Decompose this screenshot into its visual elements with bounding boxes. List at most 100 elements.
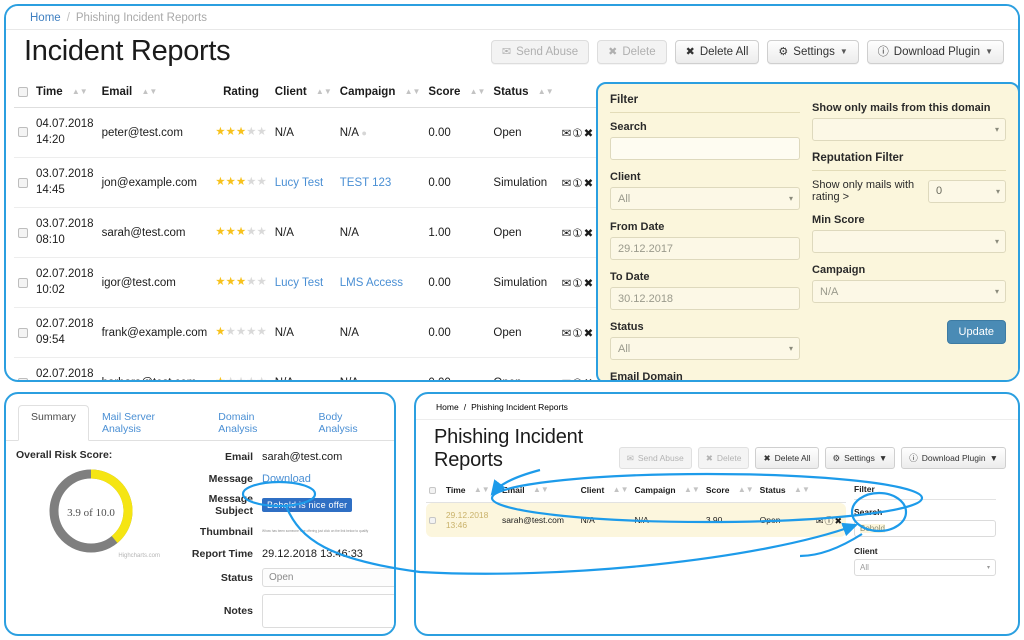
star-icon[interactable]: ★ — [236, 226, 246, 238]
rating-filter-select[interactable]: 0 — [928, 179, 1006, 203]
row-campaign[interactable]: TEST 123 — [335, 157, 425, 209]
result-select-all-checkbox[interactable] — [429, 487, 436, 495]
result-col-email[interactable]: Email ▲▼ — [498, 478, 578, 503]
star-icon[interactable]: ★ — [215, 176, 225, 188]
from-date-input[interactable]: 29.12.2017 — [610, 237, 801, 260]
domain-filter-select[interactable] — [812, 118, 1006, 141]
row-time[interactable]: 03.07.2018 08:10 — [32, 207, 98, 259]
star-icon[interactable]: ★ — [215, 126, 225, 138]
clock-icon[interactable]: ⓘ — [824, 516, 834, 526]
result-delete-button[interactable]: ✖ Delete — [697, 447, 750, 469]
envelope-icon[interactable]: ✉ — [562, 178, 573, 190]
table-row[interactable]: 04.07.2018 14:20 peter@test.com ★★★★★ N/A N/A… — [14, 107, 599, 159]
tab-mail-server-analysis[interactable]: Mail Server Analysis — [89, 405, 205, 441]
envelope-icon[interactable]: ✉ — [562, 128, 573, 140]
col-score[interactable]: Score ▲▼ — [424, 78, 490, 108]
x-icon[interactable]: ✖ — [584, 278, 595, 290]
result-send-abuse-button[interactable]: ✉ Send Abuse — [618, 447, 692, 469]
star-icon[interactable]: ★ — [246, 376, 256, 380]
star-icon[interactable]: ★ — [226, 376, 236, 380]
campaign-filter-select[interactable]: N/A — [812, 280, 1006, 303]
result-breadcrumb-home[interactable]: Home — [436, 402, 459, 412]
result-search-input[interactable]: Behold — [854, 520, 996, 537]
star-icon[interactable]: ★ — [256, 276, 266, 288]
col-status[interactable]: Status ▲▼ — [489, 78, 558, 108]
col-rating[interactable]: Rating — [211, 78, 271, 108]
star-icon[interactable]: ★ — [256, 176, 266, 188]
star-icon[interactable]: ★ — [226, 226, 236, 238]
save-button[interactable]: Save — [271, 635, 324, 636]
star-icon[interactable]: ★ — [236, 376, 246, 380]
envelope-icon[interactable]: ✉ — [562, 278, 573, 290]
result-download-plugin-button[interactable]: ⓘ Download Plugin ▼ — [901, 447, 1006, 469]
clock-icon[interactable]: ① — [572, 328, 583, 340]
star-icon[interactable]: ★ — [256, 376, 266, 380]
star-icon[interactable]: ★ — [246, 126, 256, 138]
result-col-score[interactable]: Score ▲▼ — [702, 478, 757, 503]
row-time[interactable]: 02.07.201809:54 — [32, 357, 98, 380]
clock-icon[interactable]: ① — [572, 178, 583, 190]
star-icon[interactable]: ★ — [226, 276, 236, 288]
col-time[interactable]: Time ▲▼ — [32, 78, 98, 108]
min-score-select[interactable] — [812, 230, 1006, 253]
clock-icon[interactable]: ① — [572, 228, 583, 240]
result-delete-all-button[interactable]: ✖ Delete All — [755, 447, 819, 469]
envelope-icon[interactable]: ✉ — [562, 378, 573, 380]
result-settings-button[interactable]: ⚙ Settings ▼ — [824, 447, 896, 469]
row-checkbox[interactable] — [18, 277, 28, 288]
star-icon[interactable]: ★ — [236, 326, 246, 338]
row-time[interactable]: 03.07.2018 14:45 — [32, 157, 98, 209]
tab-body-analysis[interactable]: Body Analysis — [306, 405, 395, 441]
row-time[interactable]: 04.07.2018 14:20 — [32, 107, 98, 159]
result-col-status[interactable]: Status ▲▼ — [756, 478, 813, 503]
tab-summary[interactable]: Summary — [18, 405, 89, 441]
to-date-input[interactable]: 30.12.2018 — [610, 287, 801, 310]
row-campaign[interactable]: LMS Access — [335, 257, 425, 309]
star-icon[interactable]: ★ — [236, 276, 246, 288]
result-col-time[interactable]: Time ▲▼ — [442, 478, 499, 503]
col-client[interactable]: Client ▲▼ — [270, 78, 336, 108]
star-icon[interactable]: ★ — [226, 326, 236, 338]
update-button[interactable]: Update — [946, 320, 1006, 344]
row-checkbox[interactable] — [18, 227, 28, 238]
row-checkbox[interactable] — [18, 327, 28, 338]
star-icon[interactable]: ★ — [246, 226, 256, 238]
x-icon[interactable]: ✖ — [584, 128, 595, 140]
delete-all-button[interactable]: ✖ Delete All — [674, 40, 760, 64]
table-row[interactable]: 02.07.2018 10:02 igor@test.com ★★★★★ Lucy Te… — [14, 257, 599, 309]
x-icon[interactable]: ✖ — [834, 516, 843, 526]
star-icon[interactable]: ★ — [226, 176, 236, 188]
star-icon[interactable]: ★ — [215, 376, 225, 380]
star-icon[interactable]: ★ — [256, 226, 266, 238]
search-input[interactable] — [610, 137, 801, 160]
star-icon[interactable]: ★ — [246, 176, 256, 188]
x-icon[interactable]: ✖ — [584, 178, 595, 190]
star-icon[interactable]: ★ — [226, 126, 236, 138]
row-checkbox[interactable] — [18, 177, 28, 188]
breadcrumb-home[interactable]: Home — [30, 12, 61, 24]
envelope-icon[interactable]: ✉ — [562, 328, 573, 340]
table-row[interactable]: 03.07.2018 08:10 sarah@test.com ★★★★★ N/A N/A… — [14, 207, 599, 259]
clock-icon[interactable]: ① — [572, 378, 583, 380]
star-icon[interactable]: ★ — [215, 276, 225, 288]
result-row-checkbox[interactable] — [429, 517, 436, 525]
row-time[interactable]: 02.07.2018 10:02 — [32, 257, 98, 309]
star-icon[interactable]: ★ — [236, 126, 246, 138]
x-icon[interactable]: ✖ — [584, 328, 595, 340]
star-icon[interactable]: ★ — [256, 126, 266, 138]
send-abuse-button[interactable]: ✉ Send Abuse — [490, 40, 590, 64]
client-select[interactable]: All — [610, 187, 801, 210]
table-row[interactable]: 03.07.2018 14:45 jon@example.com ★★★★★ Lucy … — [14, 157, 599, 209]
star-icon[interactable]: ★ — [236, 176, 246, 188]
star-icon[interactable]: ★ — [246, 276, 256, 288]
delete-button[interactable]: ✖ Delete — [597, 40, 667, 64]
x-icon[interactable]: ✖ — [584, 228, 595, 240]
clock-icon[interactable]: ① — [572, 128, 583, 140]
result-col-client[interactable]: Client ▲▼ — [577, 478, 632, 503]
result-row-time-hour[interactable]: 13:46 — [446, 520, 467, 530]
row-checkbox[interactable] — [18, 127, 28, 138]
table-row[interactable]: 29.12.2018 13:46 sarah@test.com N/A N/A … — [426, 502, 846, 537]
row-client[interactable]: Lucy Test — [270, 257, 336, 309]
download-plugin-button[interactable]: ⓘ Download Plugin ▼ — [866, 40, 1004, 64]
status-select[interactable]: All — [610, 337, 801, 360]
